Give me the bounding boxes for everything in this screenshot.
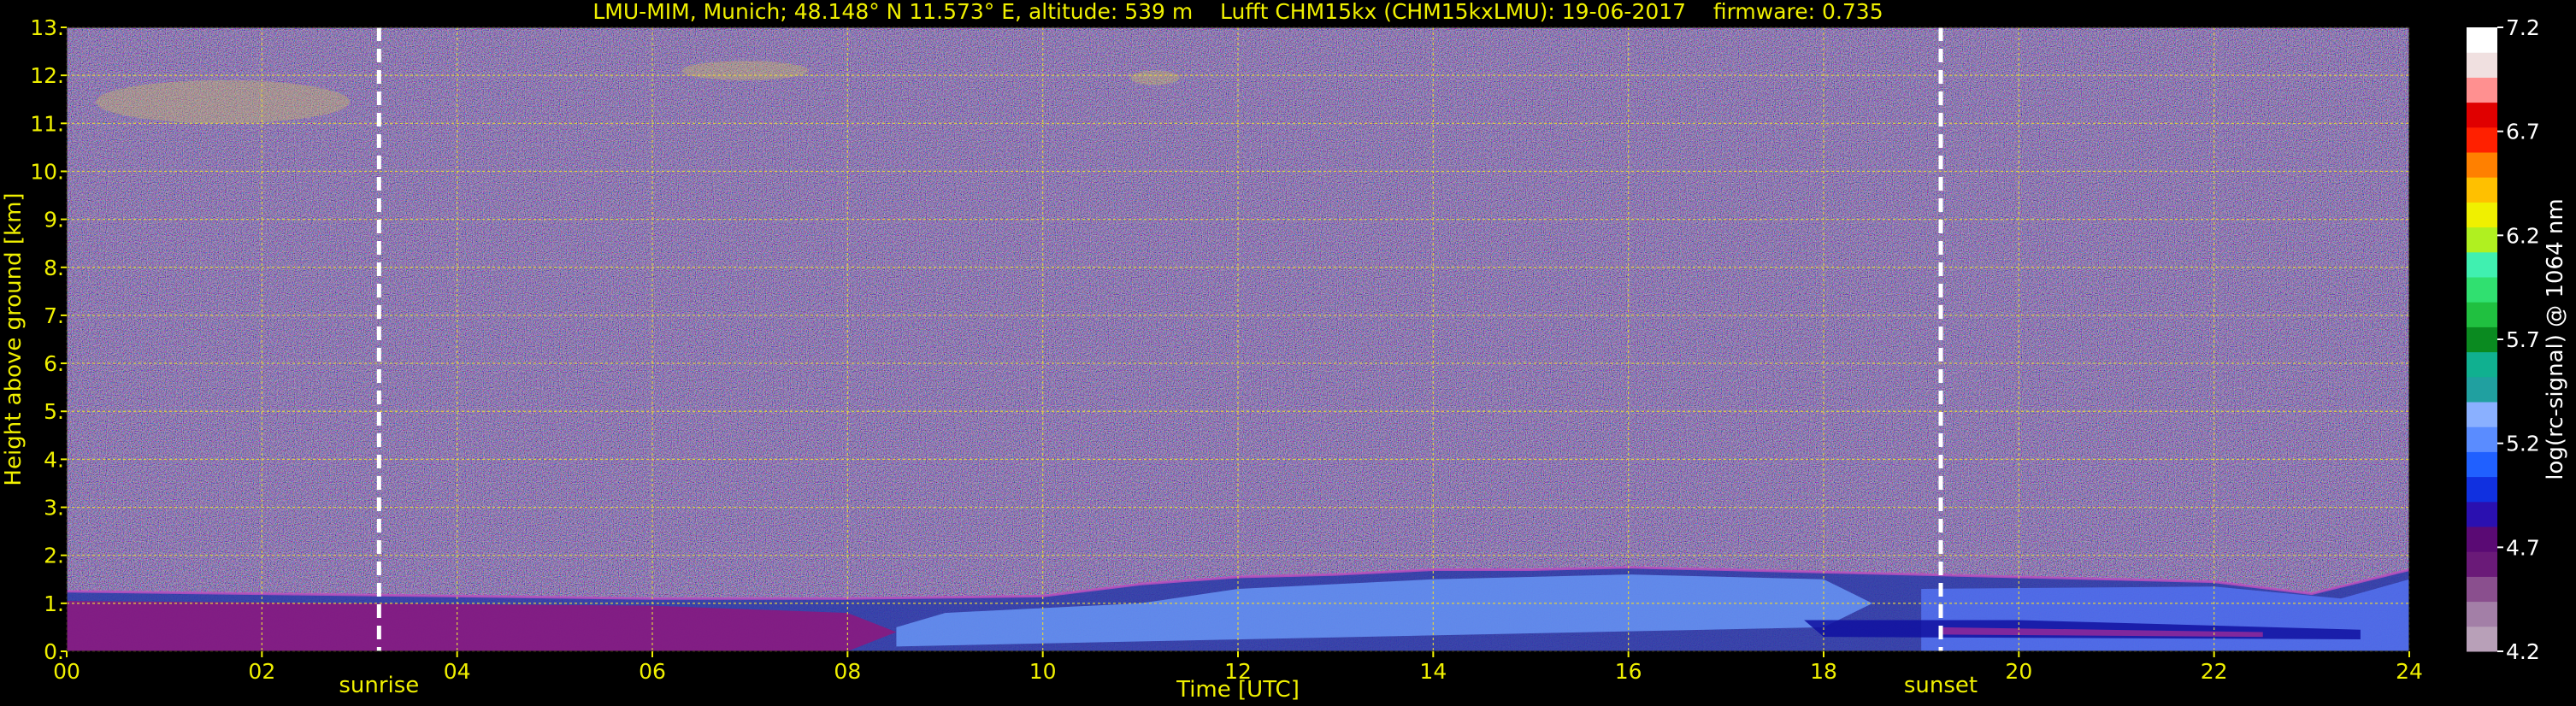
colorbar-swatch xyxy=(2467,476,2497,503)
colorbar-tick-label: 4.7 xyxy=(2506,535,2540,560)
colorbar-tick-label: 7.2 xyxy=(2506,15,2540,40)
colorbar-swatch xyxy=(2467,251,2497,278)
colorbar-swatch xyxy=(2467,277,2497,303)
colorbar-swatch xyxy=(2467,126,2497,153)
x-tick-label: 04 xyxy=(444,659,471,684)
x-tick-label: 16 xyxy=(1615,659,1642,684)
y-tick-label: 3. xyxy=(44,496,64,521)
y-tick-label: 0. xyxy=(44,639,64,664)
colorbar-tick-label: 6.2 xyxy=(2506,223,2540,248)
x-tick-label: 20 xyxy=(2005,659,2032,684)
sunrise-label: sunrise xyxy=(339,673,419,698)
y-tick-label: 13. xyxy=(30,15,64,40)
x-tick-label: 22 xyxy=(2201,659,2228,684)
colorbar-swatch xyxy=(2467,52,2497,78)
chart-title: LMU-MIM, Munich; 48.148° N 11.573° E, al… xyxy=(592,0,1883,24)
colorbar-swatch xyxy=(2467,501,2497,527)
y-tick-label: 11. xyxy=(30,111,64,136)
x-tick-label: 18 xyxy=(1810,659,1837,684)
colorbar-swatch xyxy=(2467,152,2497,178)
y-tick-label: 12. xyxy=(30,63,64,88)
colorbar-swatch xyxy=(2467,27,2497,53)
x-tick-label: 14 xyxy=(1419,659,1447,684)
colorbar-swatch xyxy=(2467,451,2497,478)
y-axis-label: Height above ground [km] xyxy=(1,192,27,485)
y-tick-label: 10. xyxy=(30,159,64,184)
x-tick-label: 10 xyxy=(1029,659,1057,684)
colorbar-swatch xyxy=(2467,402,2497,427)
x-tick-label: 06 xyxy=(639,659,666,684)
y-tick-label: 2. xyxy=(44,544,64,568)
colorbar-swatch xyxy=(2467,351,2497,378)
x-tick-label: 24 xyxy=(2396,659,2423,684)
colorbar-swatch xyxy=(2467,527,2497,552)
cirrus-patch-0 xyxy=(96,79,351,124)
colorbar-tick-label: 5.2 xyxy=(2506,432,2540,456)
x-tick-label: 08 xyxy=(834,659,861,684)
lidar-quicklook-chart: 00 02 04 06 08 10 12 14 16 18 20 22 24 0.1.2.3.4.5.6… xyxy=(0,0,2576,706)
colorbar-swatch xyxy=(2467,202,2497,228)
colorbar-swatch xyxy=(2467,427,2497,452)
y-tick-label: 1. xyxy=(44,591,64,616)
y-tick-label: 5. xyxy=(44,399,64,424)
colorbar-swatch xyxy=(2467,177,2497,203)
colorbar-swatch xyxy=(2467,551,2497,577)
sunset-label: sunset xyxy=(1904,673,1978,698)
y-tick-label: 4. xyxy=(44,447,64,472)
colorbar-tick-label: 6.7 xyxy=(2506,120,2540,144)
colorbar-tick-label: 4.2 xyxy=(2506,639,2540,664)
y-tick-label: 9. xyxy=(44,208,64,232)
plot-area xyxy=(66,26,2410,652)
x-tick-label: 02 xyxy=(248,659,275,684)
colorbar-swatch xyxy=(2467,302,2497,327)
colorbar-swatch xyxy=(2467,626,2497,652)
colorbar-swatch xyxy=(2467,327,2497,353)
colorbar-tick-label: 5.7 xyxy=(2506,327,2540,352)
cirrus-patch-1 xyxy=(681,61,809,80)
colorbar-swatch xyxy=(2467,227,2497,253)
colorbar-swatch xyxy=(2467,376,2497,403)
cirrus-patch-2 xyxy=(1130,70,1180,85)
colorbar-label: log(rc-signal) @ 1064 nm xyxy=(2543,198,2568,479)
y-tick-label: 7. xyxy=(44,303,64,328)
colorbar-swatch xyxy=(2467,77,2497,103)
colorbar-swatch xyxy=(2467,601,2497,627)
x-axis-label: Time [UTC] xyxy=(1176,677,1300,703)
colorbar-swatch xyxy=(2467,576,2497,603)
colorbar-swatches xyxy=(2467,27,2497,652)
y-tick-label: 6. xyxy=(44,351,64,376)
y-tick-label: 8. xyxy=(44,256,64,280)
colorbar-swatch xyxy=(2467,102,2497,128)
